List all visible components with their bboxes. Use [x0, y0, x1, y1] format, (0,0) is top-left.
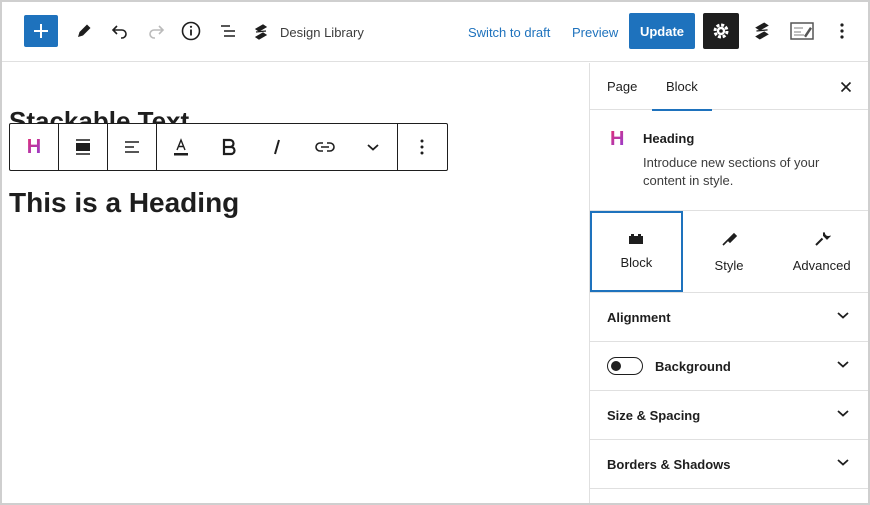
heading-block-icon: H: [26, 135, 42, 158]
info-icon: [181, 21, 201, 41]
list-view-icon: [221, 25, 235, 37]
chevron-down-icon: [837, 361, 849, 368]
panel-title: Borders & Shadows: [607, 456, 731, 472]
text-alignment-group: [108, 124, 157, 170]
panel-borders-shadows[interactable]: Borders & Shadows: [590, 440, 868, 489]
redo-icon: [149, 25, 165, 39]
add-block-button[interactable]: [24, 15, 58, 47]
redo-button[interactable]: [141, 16, 171, 46]
block-type-button[interactable]: H: [10, 124, 58, 170]
undo-button[interactable]: [105, 16, 135, 46]
editor-icon: [790, 22, 814, 40]
more-vertical-icon: [420, 139, 424, 155]
block-options-button[interactable]: [398, 124, 446, 170]
link-button[interactable]: [301, 124, 349, 170]
bold-button[interactable]: [205, 124, 253, 170]
stackable-settings-button[interactable]: [747, 16, 777, 46]
italic-icon: [274, 139, 280, 155]
undo-icon: [111, 25, 127, 39]
more-formatting-button[interactable]: [349, 124, 397, 170]
mode-tab-label: Block: [620, 255, 653, 270]
link-icon: [315, 142, 335, 152]
stackable-logo-icon: [254, 24, 268, 40]
bold-icon: [222, 138, 236, 156]
gear-icon: [713, 23, 729, 39]
close-sidebar-button[interactable]: [836, 77, 856, 97]
format-group: [157, 124, 398, 170]
mode-tab-style[interactable]: Style: [683, 211, 776, 292]
panel-title: Background: [655, 358, 731, 374]
editor-window: Design Library Switch to draft Preview U…: [0, 0, 870, 505]
mode-tab-label: Style: [714, 258, 744, 273]
background-toggle[interactable]: [607, 357, 643, 375]
paintbrush-icon: [722, 232, 738, 246]
tab-block[interactable]: Block: [652, 63, 712, 111]
list-view-button[interactable]: [213, 16, 243, 46]
panel-title: Alignment: [607, 309, 671, 325]
close-icon: [840, 81, 852, 93]
more-vertical-icon: [840, 23, 844, 39]
inspector-mode-tabs: Block Style Advanced: [590, 211, 868, 293]
block-alignment-button[interactable]: [59, 124, 107, 170]
block-options-group: [398, 124, 446, 170]
panel-title: Size & Spacing: [607, 407, 701, 423]
chevron-down-icon: [367, 144, 379, 151]
heading-block-icon: H: [610, 128, 625, 150]
update-button[interactable]: Update: [629, 13, 695, 49]
chevron-down-icon: [837, 312, 849, 319]
text-color-button[interactable]: [157, 124, 205, 170]
settings-sidebar: Page Block H Heading Introduce new secti…: [589, 63, 868, 503]
editor-preview-button[interactable]: [787, 16, 817, 46]
design-library-button[interactable]: Design Library: [252, 16, 364, 48]
mode-tab-block[interactable]: Block: [590, 211, 683, 292]
options-menu-button[interactable]: [827, 16, 857, 46]
text-align-button[interactable]: [108, 124, 156, 170]
block-alignment-group: [59, 124, 108, 170]
panel-background[interactable]: Background: [590, 342, 868, 391]
settings-button[interactable]: [703, 13, 739, 49]
block-toolbar: H: [9, 123, 448, 171]
stackable-logo-icon: [755, 22, 769, 40]
tab-page[interactable]: Page: [607, 63, 637, 110]
block-card-title: Heading: [643, 131, 695, 146]
panel-alignment[interactable]: Alignment: [590, 293, 868, 342]
editor-top-bar: Design Library Switch to draft Preview U…: [2, 2, 868, 62]
block-switcher-group: H: [10, 124, 59, 170]
text-color-icon: [174, 138, 188, 156]
panel-size-spacing[interactable]: Size & Spacing: [590, 391, 868, 440]
italic-button[interactable]: [253, 124, 301, 170]
wrench-icon: [814, 232, 831, 246]
block-card-description: Introduce new sections of your content i…: [643, 155, 820, 188]
plus-icon: [34, 24, 48, 38]
sidebar-tabs: Page Block: [590, 63, 868, 111]
align-wide-icon: [76, 139, 90, 155]
mode-tab-label: Advanced: [792, 258, 851, 273]
heading-block[interactable]: This is a Heading: [9, 187, 239, 219]
preview-button[interactable]: Preview: [572, 16, 618, 48]
switch-to-draft-button[interactable]: Switch to draft: [468, 16, 550, 48]
chevron-down-icon: [837, 459, 849, 466]
design-library-label: Design Library: [280, 24, 364, 40]
editor-canvas: Stackable Text H This is a Heading: [2, 63, 588, 503]
edit-tool-button[interactable]: [69, 16, 99, 46]
align-left-icon: [125, 141, 139, 153]
pencil-icon: [78, 24, 91, 37]
block-icon: [629, 234, 644, 244]
block-card: H Heading Introduce new sections of your…: [590, 110, 868, 211]
details-button[interactable]: [176, 16, 206, 46]
mode-tab-advanced[interactable]: Advanced: [775, 211, 868, 292]
chevron-down-icon: [837, 410, 849, 417]
